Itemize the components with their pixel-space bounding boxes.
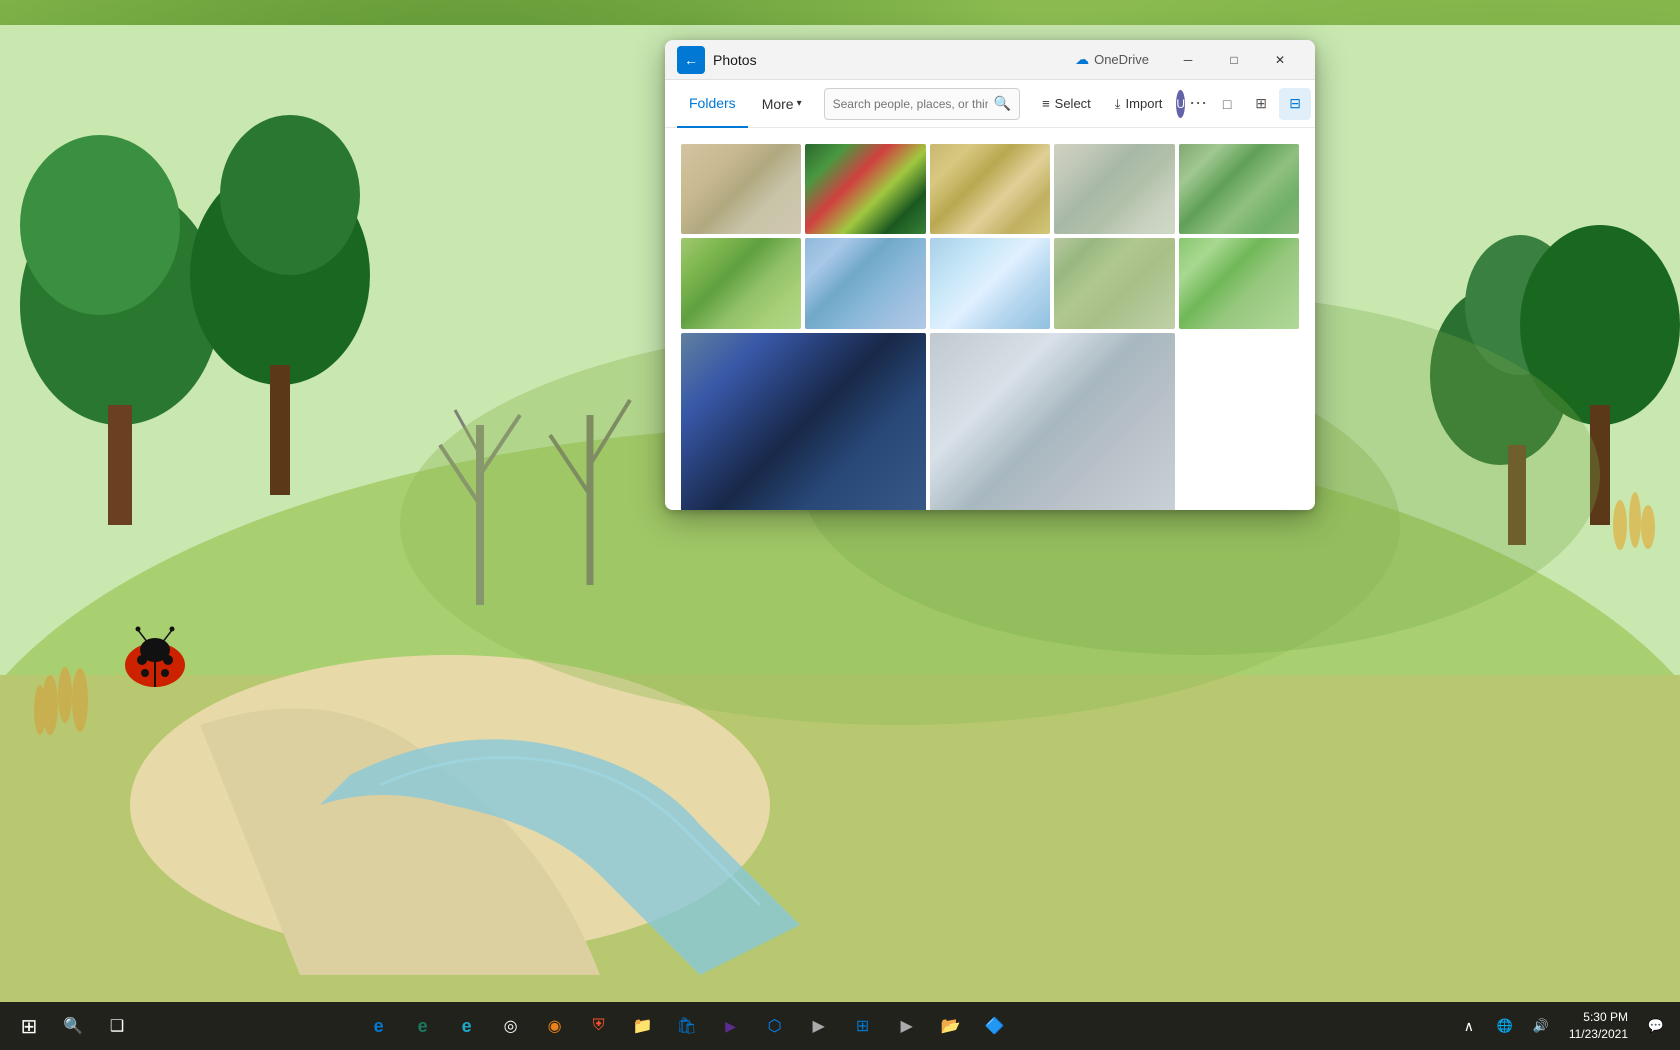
taskbar-app-teams[interactable]: 🔷 bbox=[974, 1005, 1016, 1047]
tray-volume[interactable]: 🔊 bbox=[1525, 1005, 1557, 1047]
firefox-icon: ◉ bbox=[548, 1016, 562, 1036]
taskbar-app-firefox[interactable]: ◉ bbox=[534, 1005, 576, 1047]
photo-item-wide[interactable] bbox=[681, 333, 926, 510]
search-bar[interactable]: 🔍 bbox=[824, 88, 1020, 120]
taskbar-app-8[interactable]: ⊞ bbox=[842, 1005, 884, 1047]
task-view-icon: ❑ bbox=[110, 1016, 124, 1036]
taskbar-app-6[interactable]: ⬡ bbox=[754, 1005, 796, 1047]
start-button[interactable]: ⊞ bbox=[8, 1005, 50, 1047]
tray-chevron[interactable]: ∧ bbox=[1453, 1005, 1485, 1047]
title-bar: ← Photos ☁ OneDrive ─ □ ✕ bbox=[665, 40, 1315, 80]
tab-folders[interactable]: Folders bbox=[677, 80, 748, 128]
overflow-dots-icon: ⋯ bbox=[1189, 93, 1207, 114]
view-grid-large-button[interactable]: ⊟ bbox=[1279, 88, 1311, 120]
taskbar-app-files[interactable]: 📂 bbox=[930, 1005, 972, 1047]
photo-item[interactable] bbox=[1054, 144, 1174, 234]
app8-icon: ⊞ bbox=[856, 1016, 869, 1036]
taskbar-app-9[interactable]: ▶ bbox=[886, 1005, 928, 1047]
photo-item[interactable] bbox=[930, 144, 1050, 234]
photo-item[interactable] bbox=[1054, 238, 1174, 328]
explorer-icon: 📁 bbox=[633, 1016, 653, 1036]
start-icon: ⊞ bbox=[21, 1014, 38, 1039]
photo-grid bbox=[681, 144, 1299, 510]
ie-icon: e bbox=[462, 1016, 472, 1037]
close-button[interactable]: ✕ bbox=[1257, 44, 1303, 76]
onedrive-indicator: ☁ OneDrive bbox=[1075, 51, 1149, 68]
tab-more[interactable]: More ▾ bbox=[752, 90, 812, 118]
photo-content-area bbox=[665, 128, 1315, 510]
photo-item[interactable] bbox=[930, 238, 1050, 328]
search-icon: 🔍 bbox=[994, 95, 1011, 112]
view-single-button[interactable]: □ bbox=[1211, 88, 1243, 120]
clock-time: 5:30 PM bbox=[1583, 1009, 1628, 1026]
taskbar-search-icon: 🔍 bbox=[63, 1016, 83, 1036]
taskbar-app-chrome[interactable]: ◎ bbox=[490, 1005, 532, 1047]
search-button[interactable]: 🔍 bbox=[52, 1005, 94, 1047]
search-input[interactable] bbox=[833, 97, 988, 111]
system-clock[interactable]: 5:30 PM 11/23/2021 bbox=[1561, 1005, 1636, 1047]
more-chevron-icon: ▾ bbox=[797, 98, 802, 109]
photos-window: ← Photos ☁ OneDrive ─ □ ✕ Folders More ▾… bbox=[665, 40, 1315, 510]
overflow-menu-button[interactable]: ⋯ bbox=[1189, 88, 1207, 120]
toolbar: Folders More ▾ 🔍 ≡ Select ⤓ Import U ⋯ □… bbox=[665, 80, 1315, 128]
photo-item[interactable] bbox=[805, 144, 925, 234]
task-view-button[interactable]: ❑ bbox=[96, 1005, 138, 1047]
window-controls: ─ □ ✕ bbox=[1165, 44, 1303, 76]
photo-item[interactable] bbox=[681, 238, 801, 328]
taskbar: ⊞ 🔍 ❑ e e e ◎ ◉ ⛨ 📁 🛍 ▶ bbox=[0, 1002, 1680, 1050]
taskbar-app-explorer[interactable]: 📁 bbox=[622, 1005, 664, 1047]
select-lines-icon: ≡ bbox=[1042, 96, 1050, 111]
brave-icon: ⛨ bbox=[593, 1017, 605, 1035]
app-title: Photos bbox=[713, 52, 1067, 68]
avatar-button[interactable]: U bbox=[1176, 90, 1185, 118]
photo-item[interactable] bbox=[681, 144, 801, 234]
app6-icon: ⬡ bbox=[768, 1016, 782, 1036]
photo-item-wide[interactable] bbox=[930, 333, 1175, 510]
onedrive-label: OneDrive bbox=[1094, 52, 1149, 67]
taskbar-app-ps[interactable]: ▶ bbox=[710, 1005, 752, 1047]
app9-icon: ▶ bbox=[900, 1016, 912, 1036]
import-icon: ⤓ bbox=[1115, 96, 1121, 112]
notification-button[interactable]: 💬 bbox=[1640, 1005, 1672, 1047]
tray-network[interactable]: 🌐 bbox=[1489, 1005, 1521, 1047]
taskbar-app-7[interactable]: ▶ bbox=[798, 1005, 840, 1047]
maximize-button[interactable]: □ bbox=[1211, 44, 1257, 76]
minimize-button[interactable]: ─ bbox=[1165, 44, 1211, 76]
photo-item[interactable] bbox=[805, 238, 925, 328]
select-button[interactable]: ≡ Select bbox=[1032, 90, 1101, 117]
store-icon: 🛍 bbox=[676, 1016, 696, 1036]
taskbar-apps: e e e ◎ ◉ ⛨ 📁 🛍 ▶ ⬡ ▶ bbox=[358, 1005, 1016, 1047]
app7-icon: ▶ bbox=[812, 1016, 824, 1036]
taskbar-app-edge-dev[interactable]: e bbox=[402, 1005, 444, 1047]
taskbar-app-store[interactable]: 🛍 bbox=[666, 1005, 708, 1047]
view-controls: □ ⊞ ⊟ bbox=[1211, 88, 1311, 120]
edge-dev-icon: e bbox=[418, 1016, 428, 1037]
chrome-icon: ◎ bbox=[504, 1016, 518, 1036]
clock-date: 11/23/2021 bbox=[1569, 1026, 1628, 1043]
powershell-icon: ▶ bbox=[725, 1018, 736, 1035]
photo-item[interactable] bbox=[1179, 238, 1299, 328]
import-button[interactable]: ⤓ Import bbox=[1105, 90, 1173, 118]
taskbar-app-edge[interactable]: e bbox=[358, 1005, 400, 1047]
teams-icon: 🔷 bbox=[985, 1016, 1005, 1036]
back-button[interactable]: ← bbox=[677, 46, 705, 74]
taskbar-tray: ∧ 🌐 🔊 5:30 PM 11/23/2021 💬 bbox=[1453, 1005, 1672, 1047]
taskbar-app-brave[interactable]: ⛨ bbox=[578, 1005, 620, 1047]
taskbar-app-ie[interactable]: e bbox=[446, 1005, 488, 1047]
edge-icon: e bbox=[374, 1016, 384, 1037]
view-grid-small-button[interactable]: ⊞ bbox=[1245, 88, 1277, 120]
photo-item[interactable] bbox=[1179, 144, 1299, 234]
files-icon: 📂 bbox=[941, 1016, 961, 1036]
onedrive-cloud-icon: ☁ bbox=[1075, 51, 1089, 68]
avatar-initials: U bbox=[1176, 97, 1185, 111]
